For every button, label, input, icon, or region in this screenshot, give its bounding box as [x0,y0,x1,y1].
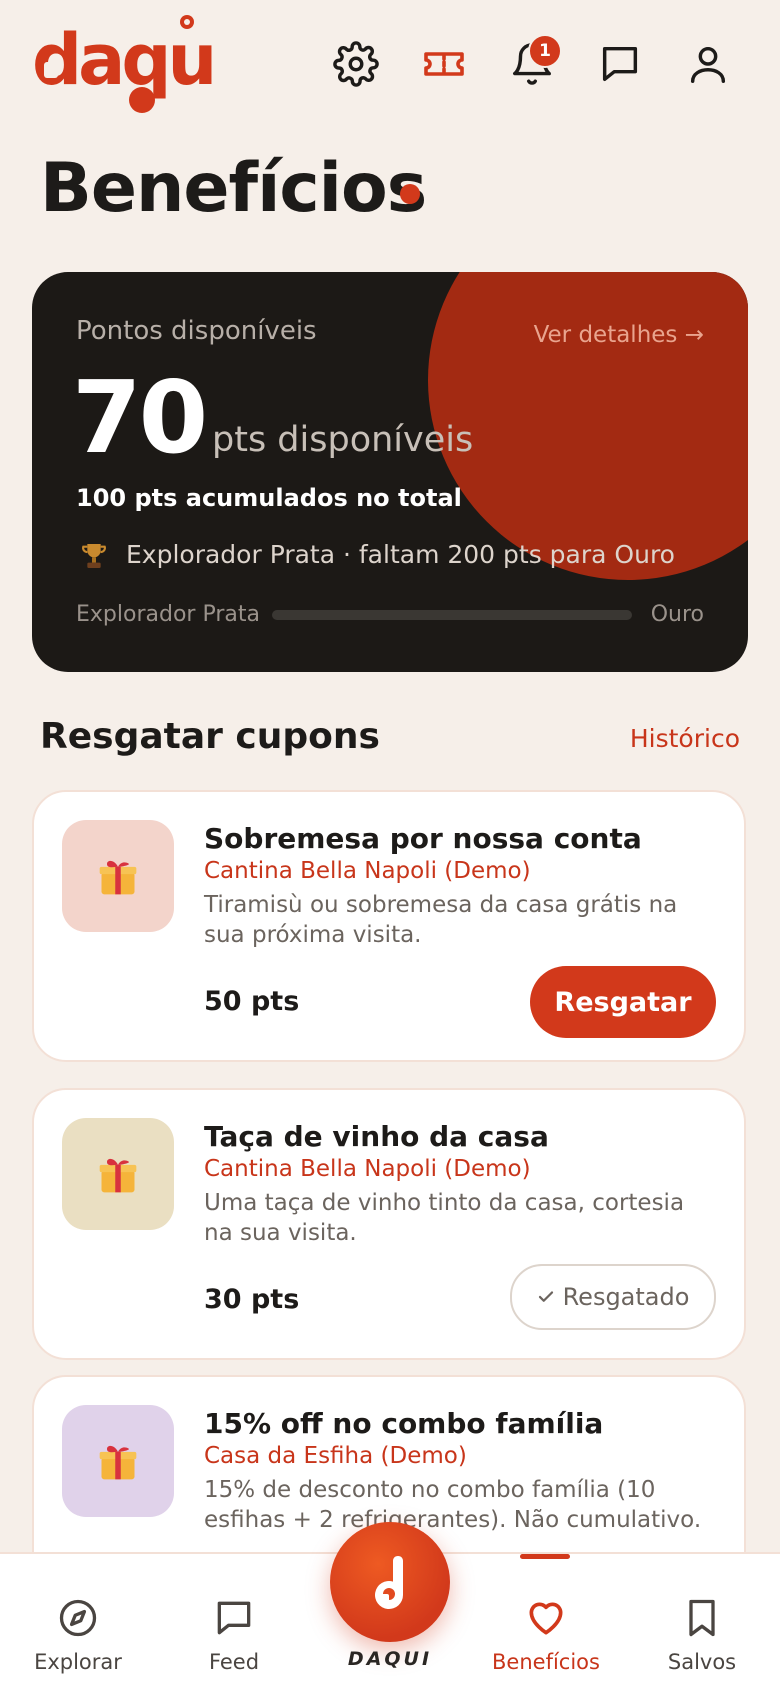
gift-icon [99,1445,137,1480]
coupon-points: 30 pts [204,1284,300,1315]
check-icon [538,1291,553,1302]
points-total: 100 pts acumulados no total [76,484,462,512]
nav-label: Explorar [34,1650,122,1674]
daqui-fab[interactable] [330,1522,450,1642]
trophy-icon [76,540,112,572]
ticket-icon [424,52,464,76]
nav-item-salvos[interactable]: Salvos [632,1596,772,1674]
section-title: Resgatar cupons [40,716,380,757]
coupon-description: Tiramisù ou sobremesa da casa grátis na … [204,892,678,948]
gift-icon [99,1158,137,1193]
coupon-icon-tile [62,1405,174,1517]
coupon-card: Taça de vinho da casa Cantina Bella Napo… [32,1088,746,1360]
coupon-title: Sobremesa por nossa conta [204,822,642,855]
page-title: Benefícios [40,149,427,228]
active-tab-indicator [520,1554,570,1559]
messages-button[interactable] [594,38,646,90]
progress-start-label: Explorador Prata [76,602,260,627]
profile-button[interactable] [682,38,734,90]
coupon-place[interactable]: Cantina Bella Napoli (Demo) [204,858,531,884]
history-link[interactable]: Histórico [630,724,740,753]
svg-text:daqui: daqui [32,19,212,101]
chat-icon [217,1601,251,1635]
points-card: Pontos disponíveis Ver detalhes → 70 pts… [32,272,748,672]
coupon-icon-tile [62,820,174,932]
notification-badge: 1 [528,34,562,68]
notifications-button[interactable]: 1 [506,34,562,90]
level-progress-bar [272,610,632,620]
nav-item-daqui[interactable]: DAQUI [330,1522,450,1670]
daqui-logo[interactable]: daqui [32,12,237,116]
heart-icon [529,1602,563,1635]
points-value: 70 [72,359,208,476]
coupon-place[interactable]: Cantina Bella Napoli (Demo) [204,1156,531,1182]
daqui-logo-icon [375,1556,403,1610]
details-link[interactable]: Ver detalhes → [534,322,704,348]
nav-item-explorar[interactable]: Explorar [8,1596,148,1674]
progress-end-label: Ouro [650,602,704,627]
level-text: Explorador Prata · faltam 200 pts para O… [126,540,675,569]
nav-item-feed[interactable]: Feed [164,1596,304,1674]
compass-icon [59,1599,97,1637]
decorative-circle [428,272,748,580]
coupon-place[interactable]: Casa da Esfiha (Demo) [204,1443,467,1469]
coupon-icon-tile [62,1118,174,1230]
gift-icon [99,860,137,895]
user-icon [690,46,726,83]
coupon-card: Sobremesa por nossa conta Cantina Bella … [32,790,746,1062]
settings-button[interactable] [330,38,382,90]
redeemed-status: Resgatado [510,1264,716,1330]
redeemed-label: Resgatado [562,1283,690,1311]
points-label: Pontos disponíveis [76,316,317,346]
coupons-button[interactable] [418,38,470,90]
nav-item-beneficios[interactable]: Benefícios [476,1596,616,1674]
nav-label: DAQUI [347,1648,433,1670]
nav-label: Feed [208,1650,260,1674]
coupon-points: 50 pts [204,986,300,1017]
nav-label: Salvos [667,1650,737,1674]
bookmark-icon [689,1599,715,1637]
coupon-description: 15% de desconto no combo família (10 esf… [204,1477,702,1533]
coupon-description: Uma taça de vinho tinto da casa, cortesi… [204,1190,685,1246]
redeem-button[interactable]: Resgatar [530,966,716,1038]
gear-icon [333,41,379,87]
coupon-title: Taça de vinho da casa [204,1120,549,1153]
chat-icon [602,46,638,82]
nav-label: Benefícios [492,1650,600,1674]
title-dot [400,184,420,204]
coupon-title: 15% off no combo família [204,1407,604,1440]
points-unit: pts disponíveis [212,420,474,460]
